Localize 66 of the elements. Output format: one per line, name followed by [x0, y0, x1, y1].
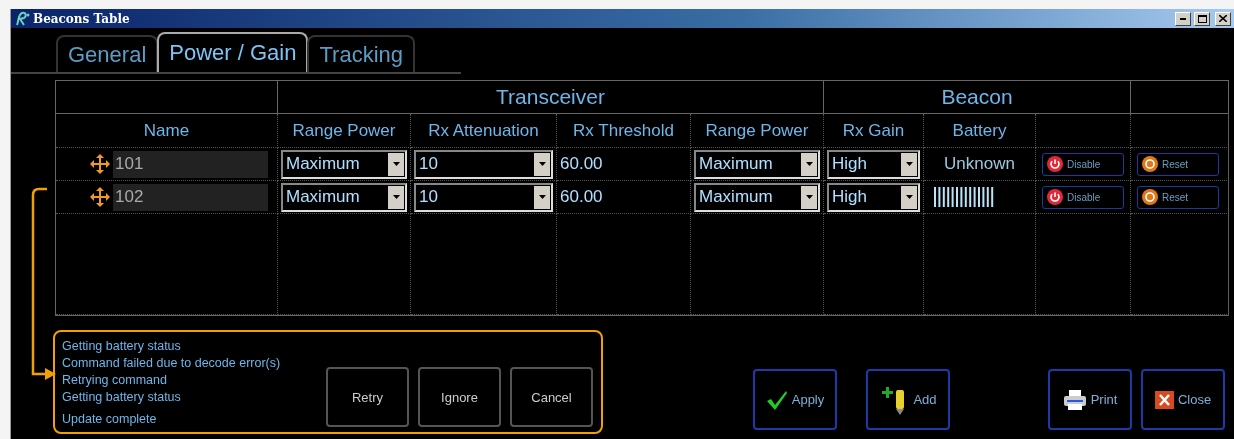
column-header: Rx Gain — [842, 120, 905, 141]
column-header: Range Power — [292, 120, 396, 141]
power-icon — [1047, 189, 1063, 205]
close-icon — [1219, 15, 1227, 22]
column-header: Rx Attenuation — [428, 120, 539, 141]
column-header: Range Power — [705, 120, 809, 141]
tab[interactable]: General — [56, 35, 159, 72]
close-icon — [1154, 390, 1174, 409]
status-message: Getting battery status — [62, 338, 182, 355]
column-header: Name — [143, 120, 190, 141]
group-header: Transceiver — [496, 85, 605, 109]
minimize-icon — [1180, 17, 1186, 20]
dropdown[interactable]: Maximum — [694, 149, 820, 179]
dropdown[interactable]: 10 — [414, 182, 553, 212]
column-header: Rx Threshold — [573, 120, 674, 141]
power-icon — [1047, 156, 1063, 172]
dropdown-arrow-icon — [905, 195, 913, 199]
dropdown[interactable]: High — [827, 182, 920, 212]
dropdown-arrow-icon — [538, 195, 546, 199]
apply-button[interactable]: Apply — [753, 369, 837, 430]
tab[interactable]: Tracking — [307, 35, 415, 72]
battery-meter — [934, 187, 996, 207]
disable-button[interactable]: Disable — [1042, 185, 1124, 209]
status-button[interactable]: Retry — [326, 367, 409, 427]
group-header: Beacon — [941, 85, 1013, 109]
maximize-icon — [1197, 14, 1207, 23]
dropdown-arrow-icon — [392, 195, 400, 199]
disable-button[interactable]: Disable — [1042, 152, 1124, 176]
dropdown[interactable]: Maximum — [694, 182, 820, 212]
status-message: Retrying command — [62, 372, 168, 389]
name-field[interactable]: 101 — [113, 150, 268, 178]
target-icon — [1142, 189, 1158, 205]
tab[interactable]: Power / Gain — [157, 32, 309, 72]
table-cell: 60.00 — [560, 187, 603, 207]
reset-button[interactable]: Reset — [1137, 152, 1219, 176]
window-title: Beacons Table — [33, 11, 131, 26]
dropdown[interactable]: High — [827, 149, 920, 179]
dropdown-arrow-icon — [905, 162, 913, 166]
dropdown-arrow-icon — [538, 162, 546, 166]
move-icon[interactable] — [89, 186, 111, 208]
logo-icon — [14, 10, 30, 27]
status-message: Getting battery status — [62, 389, 182, 406]
dropdown[interactable]: 10 — [414, 149, 553, 179]
table-cell: 60.00 — [560, 154, 603, 174]
status-summary: Update complete — [62, 411, 158, 428]
dropdown-arrow-icon — [805, 162, 813, 166]
reset-button[interactable]: Reset — [1137, 185, 1219, 209]
minimize-button[interactable] — [1175, 11, 1191, 26]
status-button[interactable]: Ignore — [418, 367, 501, 427]
battery-status: Unknown — [944, 154, 1015, 174]
add-button[interactable]: Add — [866, 369, 950, 430]
status-button[interactable]: Cancel — [510, 367, 593, 427]
dropdown[interactable]: Maximum — [281, 149, 407, 179]
print-button[interactable]: Print — [1048, 369, 1132, 430]
dropdown-arrow-icon — [392, 162, 400, 166]
printer-icon — [1062, 388, 1087, 411]
column-header: Battery — [952, 120, 1007, 141]
close-button[interactable] — [1215, 11, 1231, 26]
dropdown[interactable]: Maximum — [281, 182, 407, 212]
status-message: Command failed due to decode error(s) — [62, 355, 282, 372]
dropdown-arrow-icon — [805, 195, 813, 199]
move-icon[interactable] — [89, 153, 111, 175]
close-button[interactable]: Close — [1141, 369, 1225, 430]
target-icon — [1142, 156, 1158, 172]
maximize-button[interactable] — [1194, 11, 1210, 26]
name-field[interactable]: 102 — [113, 183, 268, 211]
